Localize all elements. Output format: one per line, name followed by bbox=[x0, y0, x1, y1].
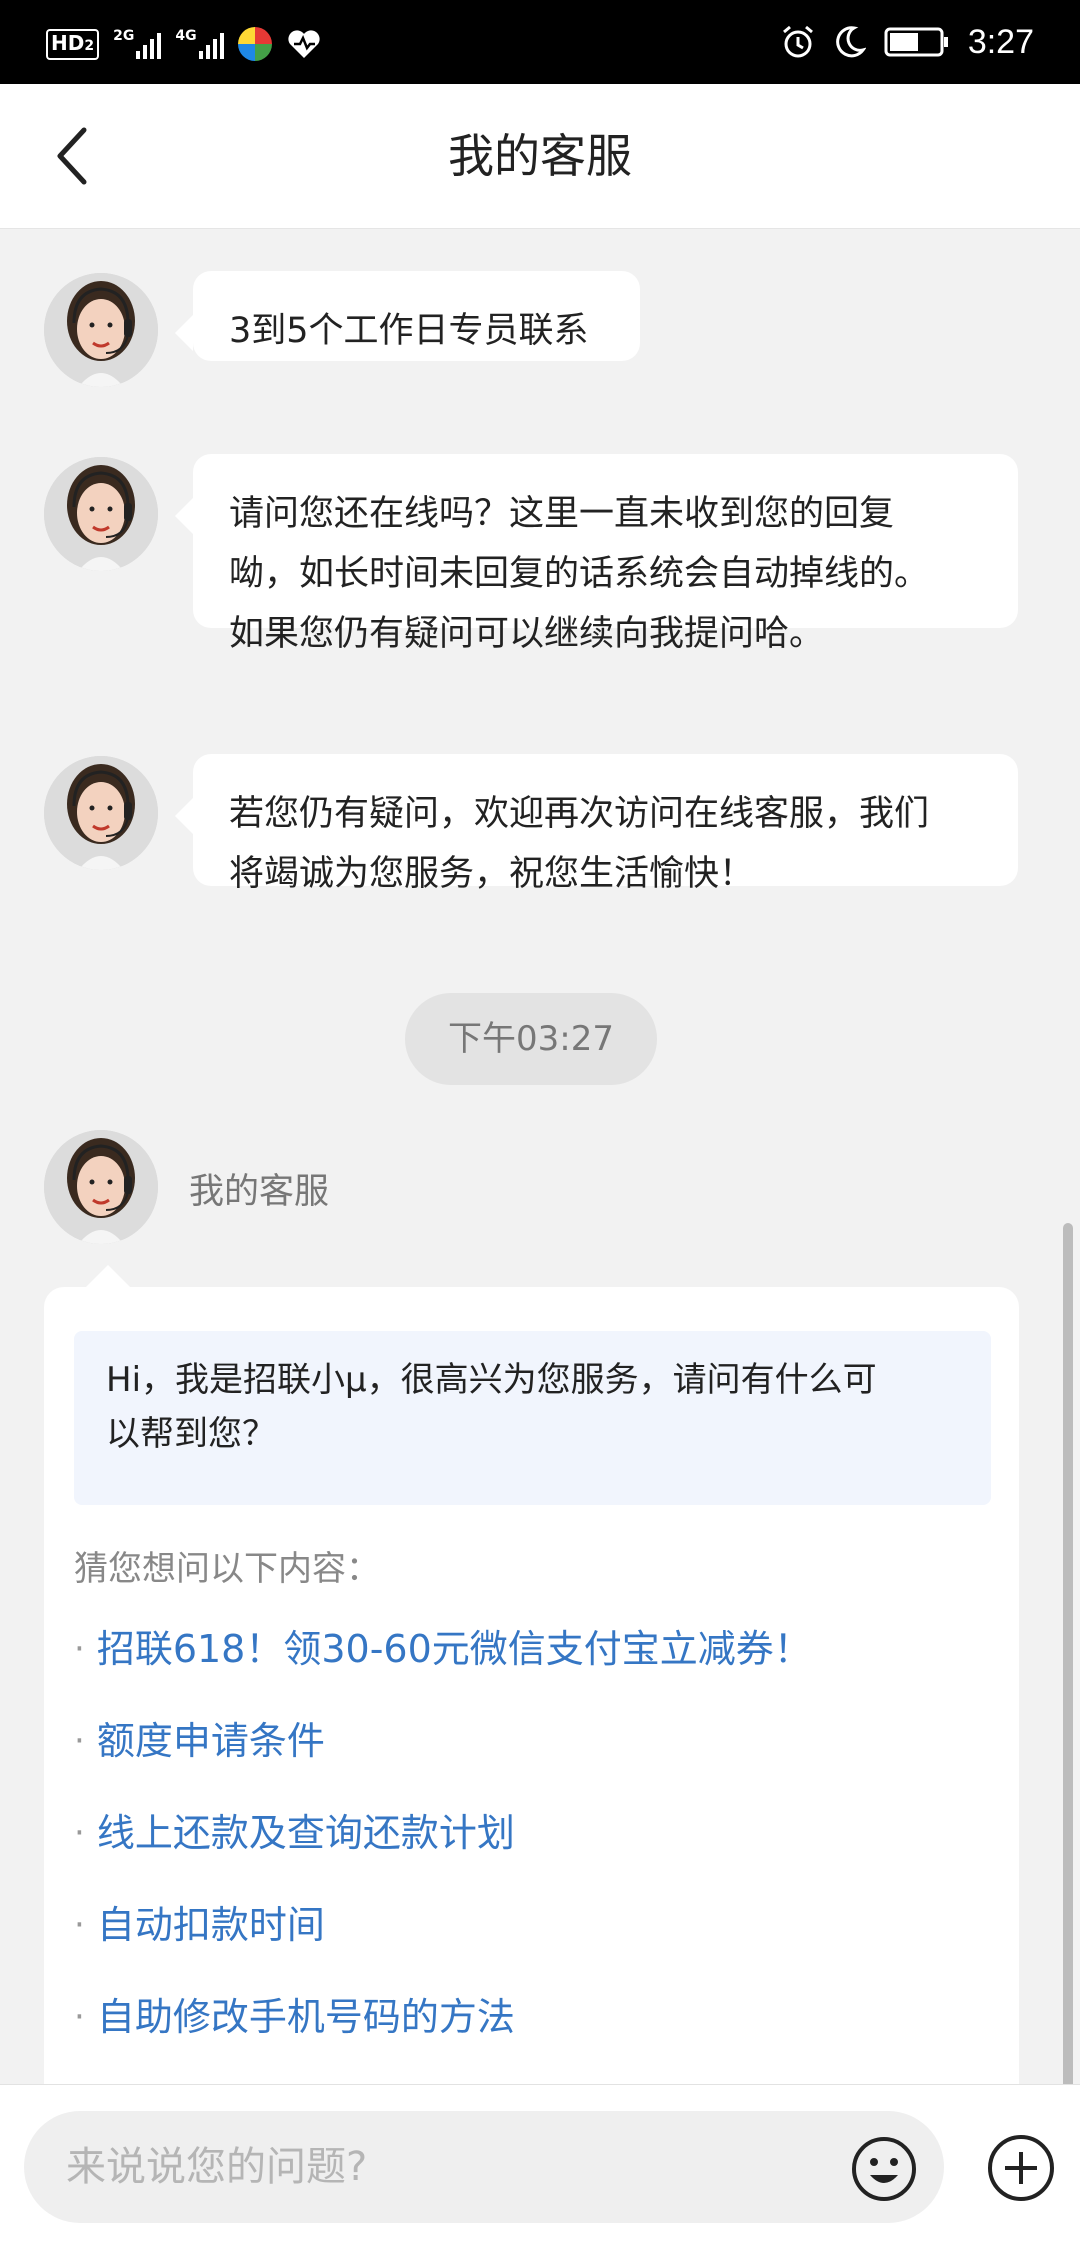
question-link[interactable]: · 自动扣款时间 bbox=[74, 1901, 812, 1993]
status-left: HD2 2G 4G bbox=[46, 24, 322, 64]
smiley-icon bbox=[852, 2137, 916, 2201]
page-title: 我的客服 bbox=[448, 129, 632, 183]
add-attachment-button[interactable] bbox=[986, 2133, 1056, 2203]
bullet: · bbox=[74, 1813, 85, 1853]
hd-label: HD bbox=[51, 30, 85, 55]
signal-2: 4G bbox=[175, 28, 224, 59]
question-list: · 招联618！领30-60元微信支付宝立减券！ · 额度申请条件 · 线上还款… bbox=[74, 1625, 812, 2084]
question-text[interactable]: 自助修改手机号码的方法 bbox=[97, 1993, 515, 2041]
hd-badge: HD2 bbox=[46, 28, 100, 60]
question-link[interactable]: · 自助修改手机号码的方法 bbox=[74, 1993, 812, 2084]
agent-name: 我的客服 bbox=[189, 1172, 330, 1212]
question-link[interactable]: · 招联618！领30-60元微信支付宝立减券！ bbox=[74, 1625, 812, 1717]
faq-card: Hi，我是招联小μ，很高兴为您服务，请问有什么可 以帮到您？ 猜您想问以下内容：… bbox=[44, 1265, 1019, 2084]
message-text: 如果您仍有疑问可以继续向我提问哈。 bbox=[229, 614, 825, 654]
agent-avatar-icon bbox=[44, 1130, 158, 1244]
emoji-button[interactable] bbox=[850, 2135, 918, 2203]
message-text: 呦，如长时间未回复的话系统会自动掉线的。 bbox=[229, 554, 930, 594]
bullet: · bbox=[74, 1629, 85, 1669]
timestamp-pill: 下午03:27 bbox=[405, 993, 657, 1085]
message-bubble: 请问您还在线吗？这里一直未收到您的回复 呦，如长时间未回复的话系统会自动掉线的。… bbox=[175, 454, 1018, 654]
question-text[interactable]: 线上还款及查询还款计划 bbox=[97, 1809, 515, 1857]
agent-avatar-icon bbox=[44, 457, 158, 571]
scrollbar[interactable] bbox=[1063, 1223, 1073, 2084]
message-text: 若您仍有疑问，欢迎再次访问在线客服，我们 bbox=[229, 794, 930, 834]
bullet: · bbox=[74, 1997, 85, 2037]
message-input[interactable] bbox=[24, 2111, 944, 2223]
agent-avatar-icon bbox=[44, 756, 158, 870]
header: 我的客服 bbox=[0, 84, 1080, 229]
greeting-box: Hi，我是招联小μ，很高兴为您服务，请问有什么可 以帮到您？ bbox=[74, 1331, 991, 1505]
question-link[interactable]: · 额度申请条件 bbox=[74, 1717, 812, 1809]
question-text[interactable]: 额度申请条件 bbox=[97, 1717, 325, 1765]
network-2-label: 4G bbox=[175, 28, 197, 44]
sim-label: 2 bbox=[84, 37, 95, 54]
health-heart-icon bbox=[287, 30, 320, 58]
avatar bbox=[44, 457, 158, 571]
agent-avatar-icon bbox=[44, 273, 158, 387]
plus-circle-icon bbox=[988, 2135, 1054, 2201]
app-notification-icon bbox=[237, 27, 272, 61]
message-bubble: 3到5个工作日专员联系 bbox=[175, 271, 640, 361]
message-bubble: 若您仍有疑问，欢迎再次访问在线客服，我们 将竭诚为您服务，祝您生活愉快！ bbox=[175, 754, 1018, 894]
status-time: 3:27 bbox=[967, 22, 1034, 61]
question-link[interactable]: · 线上还款及查询还款计划 bbox=[74, 1809, 812, 1901]
avatar bbox=[44, 756, 158, 870]
signal-bars-icon bbox=[198, 29, 224, 59]
greeting-text: 以帮到您？ bbox=[106, 1414, 276, 1454]
status-bar: HD2 2G 4G 3:27 bbox=[0, 0, 1080, 84]
avatar bbox=[44, 1130, 158, 1244]
moon-icon bbox=[835, 26, 866, 58]
avatar bbox=[44, 273, 158, 387]
suggestion-heading: 猜您想问以下内容： bbox=[74, 1549, 380, 1589]
status-right: 3:27 bbox=[780, 18, 1034, 66]
message-text: 将竭诚为您服务，祝您生活愉快！ bbox=[229, 854, 755, 894]
signal-1: 2G bbox=[113, 28, 162, 59]
question-text[interactable]: 自动扣款时间 bbox=[97, 1901, 325, 1949]
battery-icon bbox=[884, 27, 948, 57]
chat-area[interactable]: 3到5个工作日专员联系 请问您还在线吗？这里一直未收到您的回复 呦，如长时间未回… bbox=[0, 229, 1080, 2084]
alarm-icon bbox=[782, 25, 813, 58]
question-text[interactable]: 招联618！领30-60元微信支付宝立减券！ bbox=[97, 1625, 812, 1673]
signal-bars-icon bbox=[136, 29, 162, 59]
greeting-text: Hi，我是招联小μ，很高兴为您服务，请问有什么可 bbox=[106, 1360, 877, 1400]
network-1-label: 2G bbox=[113, 28, 135, 44]
bullet: · bbox=[74, 1721, 85, 1761]
message-text: 3到5个工作日专员联系 bbox=[229, 311, 589, 351]
input-bar bbox=[0, 2084, 1080, 2245]
message-text: 请问您还在线吗？这里一直未收到您的回复 bbox=[229, 494, 895, 534]
bullet: · bbox=[74, 1905, 85, 1945]
